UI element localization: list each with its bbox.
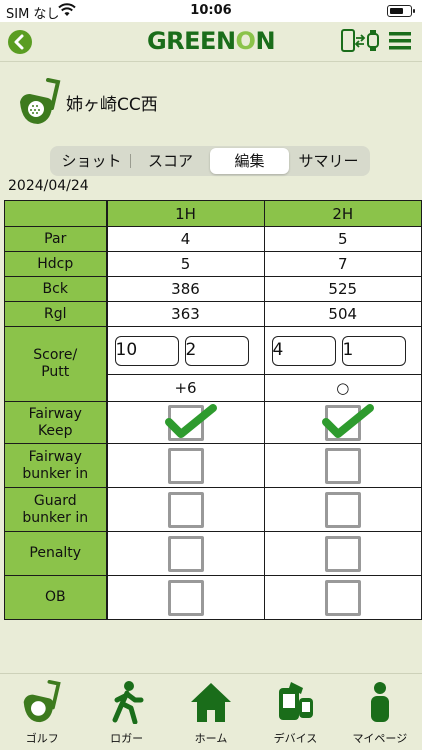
ob-cell-2 [263,575,422,620]
bottom-tab-logger[interactable]: ロガー [84,674,168,750]
tab-shot[interactable]: ショット [52,148,131,174]
fairway-keep-checkbox-1[interactable] [164,403,217,441]
round-date: 2024/04/24 [8,178,89,194]
score-label: Score/ [33,347,78,363]
fairway-bunker-checkbox-2[interactable] [324,447,361,484]
guard-bunker-label-line2: bunker in [22,509,89,526]
guard-bunker-label-line1: Guard [33,492,77,509]
penalty-checkbox-2[interactable] [324,535,361,572]
hdcp-value-2: 7 [263,251,422,277]
row-label-ob: OB [4,575,108,620]
tab-edit[interactable]: 編集 [210,148,289,174]
rgl-value-1: 363 [106,301,265,327]
hamburger-menu-icon[interactable] [389,30,411,52]
device-icon [279,682,314,720]
row-label-fairway-keep: Fairway Keep [4,401,108,444]
par-value-2: 5 [263,226,422,252]
fairway-bunker-label-line1: Fairway [28,448,82,465]
row-label-rgl: Rgl [4,301,108,327]
fairway-label-line2: Keep [37,422,73,439]
fairway-bunker-checkbox-1[interactable] [167,447,204,484]
bottom-tab-label: ゴルフ [25,732,59,745]
fairway-keep-checkbox-2[interactable] [321,403,374,441]
view-tabs: ショット スコア 編集 サマリー [50,146,370,176]
par-value-1: 4 [106,226,265,252]
checkmark-icon [164,403,217,438]
bottom-tab-bar: ゴルフ ロガー ホーム デバイス マイページ [0,673,422,750]
guard-bunker-checkbox-1[interactable] [167,491,204,528]
bottom-tab-home[interactable]: ホーム [169,674,253,750]
row-label-score-putt: Score/ Putt [4,326,108,402]
ob-cell-1 [106,575,265,620]
score-diff-2: ○ [263,374,422,402]
putt-label: Putt [41,364,70,380]
hdcp-value-1: 5 [106,251,265,277]
penalty-checkbox-1[interactable] [167,535,204,572]
fairway-keep-cell-2 [263,401,422,444]
hole-header-1: 1H [106,200,265,227]
row-label-bck: Bck [4,276,108,302]
hole-header-2: 2H [263,200,422,227]
fairway-bunker-cell-1 [106,443,265,488]
penalty-cell-2 [263,531,422,576]
score-table: 1H 2H Par 4 5 Hdcp 5 7 Bck 386 525 Rgl 3… [4,200,422,620]
ob-checkbox-1[interactable] [167,579,204,616]
bottom-tab-label: デバイス [273,732,318,745]
putt-input-1[interactable]: 2 [184,335,249,366]
battery-icon [387,5,415,17]
bottom-tab-device[interactable]: デバイス [253,674,337,750]
corner-cell [4,200,108,227]
score-diff-1: +6 [106,374,265,402]
row-label-guard-bunker: Guard bunker in [4,487,108,532]
tab-summary[interactable]: サマリー [289,148,368,174]
row-label-par: Par [4,226,108,252]
golf-icon [23,680,61,723]
rgl-value-2: 504 [263,301,422,327]
guard-bunker-cell-1 [106,487,265,532]
status-bar: SIM なし 10:06 [0,0,422,22]
fairway-bunker-cell-2 [263,443,422,488]
bottom-tab-label: ロガー [110,732,144,745]
clock: 10:06 [190,3,232,18]
golf-club-ball-icon [20,78,61,124]
score-putt-cell-2: 41 [263,326,422,375]
guard-bunker-checkbox-2[interactable] [324,491,361,528]
person-icon [370,682,389,722]
checkmark-icon [321,403,374,438]
bottom-tab-golf[interactable]: ゴルフ [0,674,84,750]
bck-value-1: 386 [106,276,265,302]
tab-score[interactable]: スコア [131,148,210,174]
score-input-1[interactable]: 10 [114,335,179,366]
fairway-label-line1: Fairway [28,405,82,422]
bottom-tab-label: ホーム [194,732,228,745]
row-label-fairway-bunker: Fairway bunker in [4,443,108,488]
row-label-penalty: Penalty [4,531,108,576]
putt-input-2[interactable]: 1 [341,335,406,366]
bottom-tab-label: マイページ [352,732,408,745]
row-label-hdcp: Hdcp [4,251,108,277]
home-icon [191,683,232,722]
walker-icon [112,681,144,725]
fairway-bunker-label-line2: bunker in [22,465,89,482]
bottom-tab-mypage[interactable]: マイページ [338,674,422,750]
guard-bunker-cell-2 [263,487,422,532]
bck-value-2: 525 [263,276,422,302]
course-name: 姉ヶ崎CC西 [66,95,158,115]
score-putt-cell-1: 10 2 [106,326,265,375]
fairway-keep-cell-1 [106,401,265,444]
nav-bar: GREENON [0,22,422,62]
penalty-cell-1 [106,531,265,576]
device-sync-icon[interactable] [340,28,380,54]
ob-checkbox-2[interactable] [324,579,361,616]
score-input-2[interactable]: 4 [271,335,336,366]
